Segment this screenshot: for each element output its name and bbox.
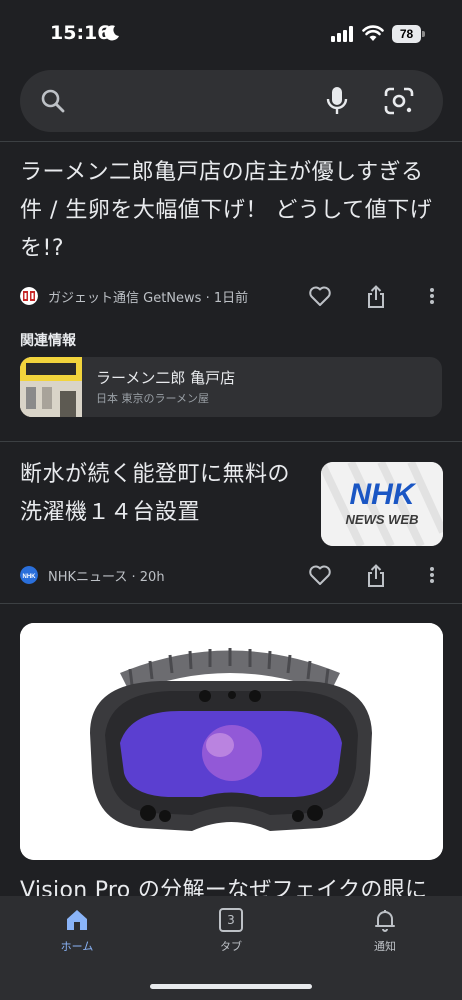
heart-icon[interactable] xyxy=(308,564,332,586)
battery-icon: 78 xyxy=(392,25,426,43)
svg-text:NHK: NHK xyxy=(23,574,37,580)
news-web-logo-text: NEWS WEB xyxy=(346,512,419,527)
tabs-count-icon: 3 xyxy=(219,908,243,932)
divider xyxy=(0,141,462,142)
heart-icon[interactable] xyxy=(308,285,332,307)
search-input[interactable] xyxy=(80,84,320,118)
nav-notifications-label: 通知 xyxy=(374,940,396,953)
related-title: ラーメン二郎 亀戸店 xyxy=(96,369,236,387)
article-hero-image[interactable] xyxy=(20,623,443,860)
article-meta: ガジェット通信 GetNews · 1日前 xyxy=(20,285,440,309)
more-vert-icon[interactable] xyxy=(426,564,438,586)
article-headline[interactable]: ラーメン二郎亀戸店の店主が優しすぎる件 / 生卵を大幅値下げ！ どうして値下げを… xyxy=(20,154,445,268)
cellular-signal-icon xyxy=(331,26,353,42)
article-source: NHKニュース · 20h xyxy=(48,570,165,585)
more-vert-icon[interactable] xyxy=(426,285,438,307)
search-bar[interactable] xyxy=(20,70,443,132)
divider xyxy=(0,603,462,604)
bell-icon xyxy=(375,910,395,932)
vision-pro-headset-image xyxy=(20,623,443,860)
status-time: 15:16 xyxy=(50,22,111,44)
source-name: NHKニュース xyxy=(48,570,128,585)
article-age: 1日前 xyxy=(213,291,249,306)
share-icon[interactable] xyxy=(365,285,387,309)
article-headline[interactable]: 断水が続く能登町に無料の洗濯機１４台設置 xyxy=(20,456,310,532)
nav-notifications[interactable]: 通知 xyxy=(340,904,430,954)
nav-home-label: ホーム xyxy=(60,940,94,953)
do-not-disturb-moon-icon xyxy=(104,25,119,41)
article-meta: NHK NHKニュース · 20h xyxy=(20,564,440,588)
search-icon xyxy=(41,89,65,113)
google-lens-icon[interactable] xyxy=(384,87,414,115)
related-info-label: 関連情報 xyxy=(20,333,76,349)
article-age: 20h xyxy=(139,570,165,585)
nhk-logo-icon: NHK NEWS WEB xyxy=(321,462,443,546)
nav-tabs[interactable]: 3 タブ xyxy=(186,904,276,954)
share-icon[interactable] xyxy=(365,564,387,588)
article-source: ガジェット通信 GetNews · 1日前 xyxy=(48,291,249,306)
battery-level: 78 xyxy=(392,25,421,43)
microphone-icon[interactable] xyxy=(323,86,351,116)
nhk-source-logo-icon: NHK xyxy=(20,566,38,584)
nhk-logo-text: NHK xyxy=(350,478,417,511)
wifi-icon xyxy=(362,25,384,41)
nav-tabs-label: タブ xyxy=(220,940,242,953)
home-icon xyxy=(67,910,87,930)
source-name: ガジェット通信 GetNews xyxy=(48,291,202,306)
nav-home[interactable]: ホーム xyxy=(32,904,122,954)
status-bar: 15:16 78 xyxy=(0,0,462,64)
related-thumbnail xyxy=(20,357,82,417)
related-info-card[interactable]: ラーメン二郎 亀戸店 日本 東京のラーメン屋 xyxy=(20,357,442,417)
divider xyxy=(0,441,462,442)
related-subtitle: 日本 東京のラーメン屋 xyxy=(96,392,210,405)
nhk-news-web-thumbnail[interactable]: NHK NEWS WEB xyxy=(321,462,443,546)
home-indicator[interactable] xyxy=(150,984,312,989)
getnews-logo-icon xyxy=(20,287,38,305)
